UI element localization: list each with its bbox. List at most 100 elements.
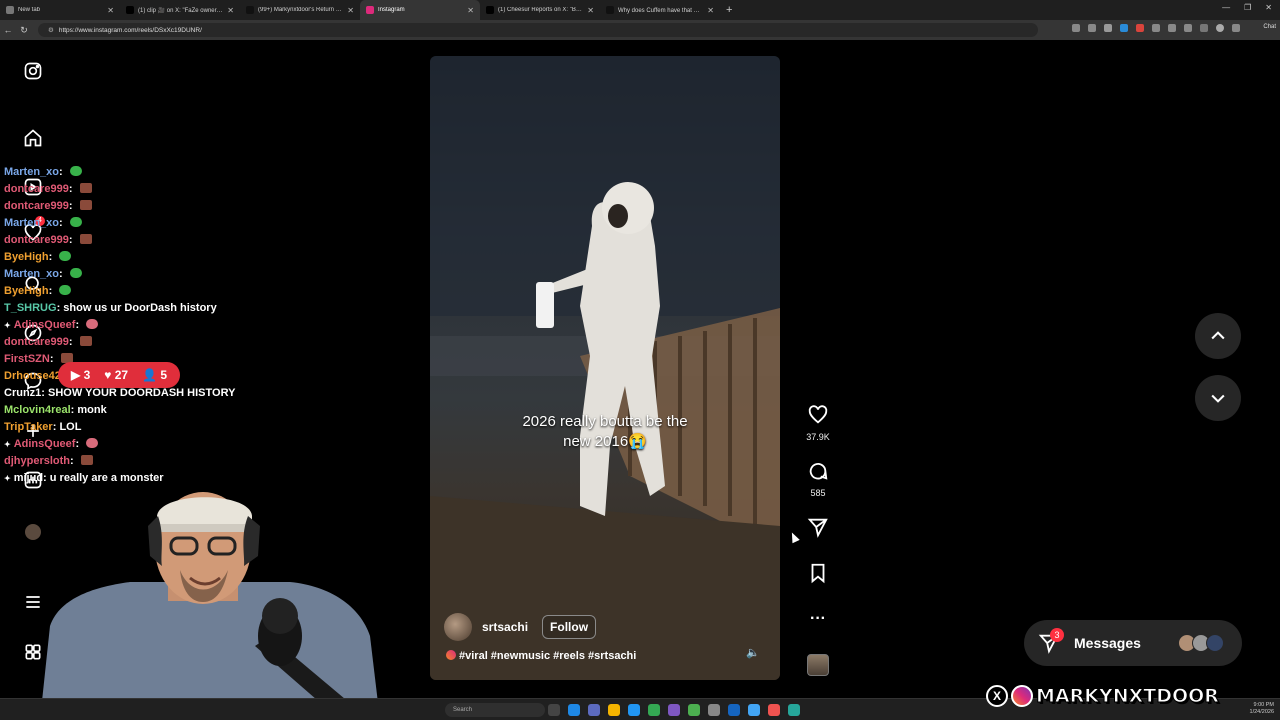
taskbar-search[interactable]: Search	[445, 703, 545, 717]
comment-icon	[809, 462, 828, 480]
chat-username: dontcare999	[4, 234, 69, 246]
url-text: https://www.instagram.com/reels/DSxXc19D…	[58, 26, 202, 34]
like-count: 37.9K	[806, 432, 830, 442]
chat-message: TripTaker: LOL	[4, 421, 82, 433]
reel-video[interactable]: 2026 really boutta be the new 2016😭 srts…	[430, 56, 780, 680]
puzzle-icon[interactable]	[1184, 24, 1192, 32]
chat-text: show us ur DoorDash history	[63, 302, 217, 314]
share-button[interactable]	[800, 516, 836, 543]
new-tab-button[interactable]: +	[720, 4, 738, 16]
close-tab-icon[interactable]: ✕	[347, 6, 354, 15]
chevron-up-icon	[1211, 331, 1225, 340]
file-explorer-icon[interactable]	[608, 704, 620, 716]
chat-message: dontcare999:	[4, 198, 304, 215]
chat-text: LOL	[59, 421, 82, 433]
close-tab-icon[interactable]: ✕	[467, 6, 474, 15]
app-icon[interactable]	[668, 704, 680, 716]
app-icon[interactable]	[628, 704, 640, 716]
reel-author: srtsachi Follow	[444, 613, 597, 641]
menu-icon[interactable]	[1232, 24, 1240, 32]
streamer-name: MARKYNXTDOOR	[1036, 685, 1220, 708]
close-tab-icon[interactable]: ✕	[587, 6, 594, 15]
settings-icon[interactable]	[708, 704, 720, 716]
next-reel-button[interactable]	[1195, 375, 1241, 421]
chat-username: Marten_xo	[4, 217, 60, 229]
chat-username: Marten_xo	[4, 166, 60, 178]
chat-username: AdinsQueef	[13, 438, 76, 450]
chat-button[interactable]: Chat	[1263, 24, 1276, 30]
browser-tab[interactable]: (99+) Markynxtdoor's Return to L ✕	[240, 0, 360, 20]
home-icon[interactable]	[22, 127, 44, 149]
url-field[interactable]: ⚙ https://www.instagram.com/reels/DSxXc1…	[38, 23, 1038, 37]
back-icon[interactable]: ←	[0, 25, 16, 35]
app-icon[interactable]	[768, 704, 780, 716]
close-window-icon[interactable]: ✕	[1265, 3, 1272, 12]
browser-tab[interactable]: New tab ✕	[0, 0, 120, 20]
browser-tab[interactable]: (1) Cheesur Reports on X: "BREAK ✕	[480, 0, 600, 20]
previous-reel-button[interactable]	[1195, 313, 1241, 359]
instagram-icon	[366, 6, 374, 14]
site-info-icon[interactable]: ⚙	[48, 26, 54, 34]
chat-username: T_SHRUG	[4, 302, 57, 314]
close-tab-icon[interactable]: ✕	[107, 6, 114, 15]
extension-icon[interactable]	[1120, 24, 1128, 32]
browser-tab[interactable]: (1) clip 🎥 on X: "FaZe owners are ✕	[120, 0, 240, 20]
refresh-icon[interactable]: ↻	[16, 25, 32, 36]
more-options-icon[interactable]: ···	[800, 610, 836, 628]
heart-icon: ♥	[104, 368, 112, 382]
downloads-icon[interactable]	[1200, 24, 1208, 32]
extension-icon[interactable]	[1072, 24, 1080, 32]
tiktok-icon	[606, 6, 614, 14]
bookmark-icon	[811, 563, 825, 584]
chat-message: ✦ mijud: u really are a monster	[4, 472, 164, 484]
instagram-logo-icon[interactable]	[22, 60, 44, 82]
tab-title: (1) Cheesur Reports on X: "BREAK	[498, 7, 584, 13]
close-tab-icon[interactable]: ✕	[227, 6, 234, 15]
app-icon[interactable]	[788, 704, 800, 716]
like-button[interactable]: 37.9K	[800, 404, 836, 442]
chat-message: ✦ AdinsQueef:	[4, 317, 304, 334]
taskbar-clock[interactable]: 9:00 PM 1/24/2026	[1250, 702, 1274, 716]
chat-emote-icon	[79, 200, 92, 210]
audio-icon	[446, 650, 456, 660]
maximize-icon[interactable]: ❐	[1244, 3, 1251, 12]
extension-icon[interactable]	[1152, 24, 1160, 32]
messages-button[interactable]: 3 Messages	[1024, 620, 1242, 666]
browser-tab[interactable]: Instagram ✕	[360, 0, 480, 20]
follow-button[interactable]: Follow	[542, 615, 597, 639]
bookmark-star-icon[interactable]	[1104, 24, 1112, 32]
stream-chat-overlay: Marten_xo: dontcare999: dontcare999: Mar…	[4, 164, 304, 487]
chat-username: Marten_xo	[4, 268, 60, 280]
close-tab-icon[interactable]: ✕	[707, 6, 714, 15]
app-icon[interactable]	[728, 704, 740, 716]
app-icon[interactable]	[688, 704, 700, 716]
author-avatar[interactable]	[444, 613, 472, 641]
audio-thumbnail[interactable]	[800, 654, 836, 676]
messages-label: Messages	[1074, 635, 1141, 651]
profile-avatar[interactable]	[1216, 24, 1224, 32]
chat-emote-icon	[69, 268, 82, 278]
edge-icon[interactable]	[568, 704, 580, 716]
browser-tab-bar: New tab ✕ (1) clip 🎥 on X: "FaZe owners ar…	[0, 0, 1280, 20]
app-icon[interactable]	[748, 704, 760, 716]
mute-icon[interactable]: 🔈	[746, 646, 760, 659]
minimize-icon[interactable]: —	[1222, 3, 1230, 12]
chrome-icon[interactable]	[648, 704, 660, 716]
chat-text: SHOW YOUR DOORDASH HISTORY	[48, 387, 236, 399]
chat-emote-icon	[79, 234, 92, 244]
chat-username: Crunz1	[4, 387, 42, 399]
extension-icon[interactable]	[1136, 24, 1144, 32]
x-logo-icon: X	[986, 685, 1008, 707]
chat-text: u really are a monster	[49, 472, 164, 484]
comment-button[interactable]: 585	[800, 460, 836, 498]
reel-hashtags[interactable]: #viral #newmusic #reels #srtsachi	[446, 650, 636, 662]
app-icon[interactable]	[588, 704, 600, 716]
chat-message: Marten_xo:	[4, 215, 304, 232]
task-view-icon[interactable]	[548, 704, 560, 716]
avatar	[1206, 634, 1224, 652]
browser-tab[interactable]: Why does Cuffem have that 😭 # ✕	[600, 0, 720, 20]
zoom-icon[interactable]	[1088, 24, 1096, 32]
save-button[interactable]	[800, 562, 836, 589]
author-username[interactable]: srtsachi	[482, 620, 528, 634]
extension-icon[interactable]	[1168, 24, 1176, 32]
